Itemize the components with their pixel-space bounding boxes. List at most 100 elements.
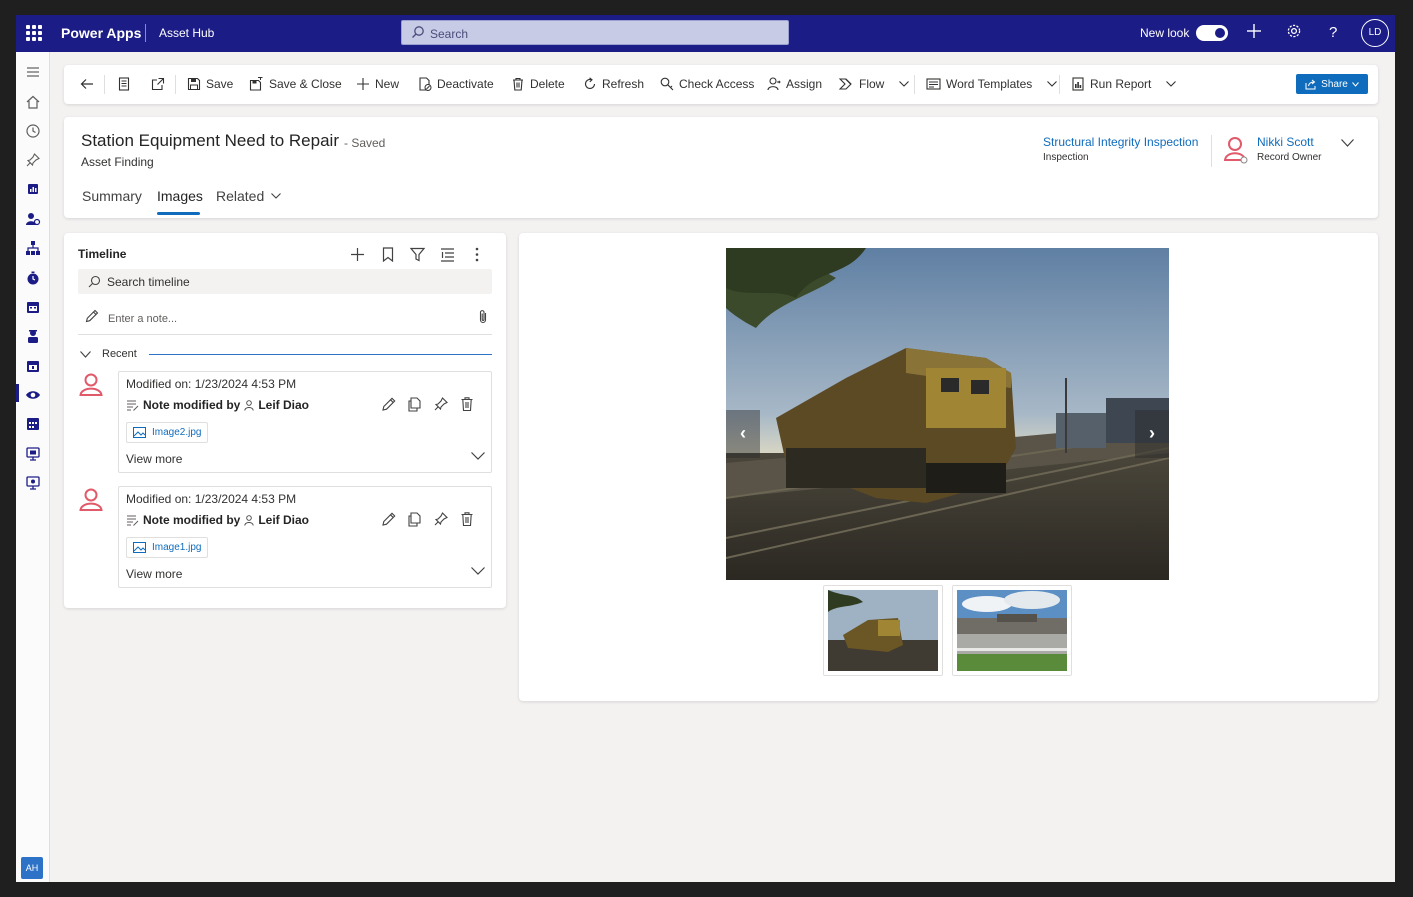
- add-icon[interactable]: [350, 247, 365, 262]
- view-more-link[interactable]: View more: [126, 452, 182, 466]
- flow-button[interactable]: Flow: [839, 77, 910, 91]
- chevron-down-icon: [80, 351, 91, 358]
- flow-label: Flow: [859, 77, 885, 91]
- key-search-icon: [660, 77, 674, 91]
- schedule-icon[interactable]: [25, 358, 41, 374]
- copy-icon[interactable]: [407, 511, 423, 527]
- attachment-chip[interactable]: Image1.jpg: [126, 537, 209, 558]
- word-template-icon: [926, 78, 941, 90]
- note-icon: [127, 515, 139, 526]
- new-button[interactable]: New: [356, 77, 399, 91]
- sort-list-icon[interactable]: [440, 247, 455, 262]
- attachment-name: Image1.jpg: [152, 542, 202, 553]
- pin-icon[interactable]: [25, 152, 41, 168]
- previous-image-button[interactable]: ‹: [726, 410, 760, 458]
- entry-summary: Note modified by Leif Diao: [126, 513, 309, 527]
- save-close-button[interactable]: Save & Close: [249, 77, 342, 91]
- copy-icon[interactable]: [407, 396, 423, 412]
- entry-author[interactable]: Leif Diao: [258, 398, 309, 412]
- check-access-button[interactable]: Check Access: [660, 77, 754, 91]
- hamburger-icon[interactable]: [25, 64, 41, 80]
- user-avatar[interactable]: LD: [1361, 19, 1389, 47]
- entry-actions: [381, 511, 475, 527]
- help-icon[interactable]: ?: [1329, 23, 1337, 43]
- run-report-button[interactable]: Run Report: [1071, 77, 1177, 91]
- paperclip-icon[interactable]: [478, 309, 488, 324]
- word-templates-button[interactable]: Word Templates: [926, 77, 1058, 91]
- open-new-window-button[interactable]: [151, 77, 165, 91]
- pin-icon[interactable]: [433, 511, 449, 527]
- assign-button[interactable]: Assign: [767, 77, 822, 91]
- app-launcher-icon[interactable]: [26, 25, 42, 41]
- trash-icon[interactable]: [459, 396, 475, 412]
- entry-modified-date: Modified on: 1/23/2024 4:53 PM: [126, 377, 297, 391]
- tab-related[interactable]: Related: [216, 188, 282, 204]
- recent-icon[interactable]: [25, 123, 41, 139]
- left-nav-rail: AH: [16, 52, 50, 882]
- record-title: Station Equipment Need to Repair: [81, 131, 339, 150]
- entry-author[interactable]: Leif Diao: [258, 513, 309, 527]
- tab-summary[interactable]: Summary: [82, 188, 142, 204]
- chevron-down-icon: [899, 81, 910, 87]
- back-button[interactable]: [80, 77, 94, 91]
- edit-icon[interactable]: [381, 396, 397, 412]
- pin-icon[interactable]: [433, 396, 449, 412]
- tab-images[interactable]: Images: [157, 188, 203, 204]
- person-icon: [79, 373, 103, 396]
- check-access-label: Check Access: [679, 77, 755, 91]
- form-view-button[interactable]: [117, 77, 131, 91]
- owner-name-link[interactable]: Nikki Scott: [1257, 135, 1314, 149]
- deactivate-button[interactable]: Deactivate: [418, 77, 494, 91]
- new-look-toggle[interactable]: [1196, 25, 1228, 41]
- area-switcher[interactable]: AH: [21, 857, 43, 879]
- calendar-icon[interactable]: [25, 299, 41, 315]
- assign-label: Assign: [786, 77, 823, 91]
- save-close-icon: [249, 77, 263, 91]
- related-inspection-type: Inspection: [1043, 152, 1089, 163]
- refresh-button[interactable]: Refresh: [583, 77, 644, 91]
- image-icon: [133, 427, 146, 438]
- trash-icon[interactable]: [459, 511, 475, 527]
- header-expand-chevron-icon[interactable]: [1341, 139, 1354, 147]
- save-button[interactable]: Save: [187, 77, 233, 91]
- global-search-placeholder: Search: [430, 27, 469, 41]
- share-button[interactable]: Share: [1296, 74, 1368, 94]
- timeline-search-input[interactable]: Search timeline: [78, 269, 492, 294]
- chevron-down-icon: [1047, 81, 1058, 87]
- timer-icon[interactable]: [25, 270, 41, 286]
- assign-person-icon: [767, 77, 781, 91]
- expand-chevron-icon[interactable]: [471, 452, 485, 460]
- dashboard-icon[interactable]: [25, 181, 41, 197]
- inspection-eye-icon[interactable]: [25, 387, 41, 403]
- brand-name[interactable]: Power Apps: [61, 25, 141, 41]
- contacts-icon[interactable]: [25, 211, 41, 227]
- monitor-icon[interactable]: [25, 446, 41, 462]
- view-more-link[interactable]: View more: [126, 567, 182, 581]
- worker-icon[interactable]: [25, 328, 41, 344]
- edit-icon[interactable]: [381, 511, 397, 527]
- note-input[interactable]: Enter a note...: [78, 307, 492, 335]
- bookmark-icon[interactable]: [382, 247, 394, 262]
- thumbnail-2[interactable]: [952, 585, 1072, 676]
- global-search[interactable]: Search: [401, 20, 789, 45]
- timeline-entry[interactable]: Modified on: 1/23/2024 4:53 PM Note modi…: [118, 486, 492, 588]
- delete-label: Delete: [530, 77, 565, 91]
- app-name[interactable]: Asset Hub: [159, 26, 214, 40]
- more-options-icon[interactable]: [475, 247, 479, 262]
- attachment-chip[interactable]: Image2.jpg: [126, 422, 209, 443]
- home-icon[interactable]: [25, 94, 41, 110]
- expand-chevron-icon[interactable]: [471, 567, 485, 575]
- header-divider: [1211, 135, 1212, 167]
- entry-action: Note modified by: [143, 398, 241, 412]
- timeline-entry[interactable]: Modified on: 1/23/2024 4:53 PM Note modi…: [118, 371, 492, 473]
- plus-icon[interactable]: [1246, 23, 1262, 45]
- next-image-button[interactable]: ›: [1135, 410, 1169, 458]
- hierarchy-icon[interactable]: [25, 240, 41, 256]
- thumbnail-1[interactable]: [823, 585, 943, 676]
- gear-icon[interactable]: [1286, 23, 1302, 45]
- filter-icon[interactable]: [410, 247, 425, 262]
- calendar-grid-icon[interactable]: [25, 416, 41, 432]
- related-inspection-link[interactable]: Structural Integrity Inspection: [1043, 135, 1198, 149]
- delete-button[interactable]: Delete: [511, 77, 565, 91]
- display-icon[interactable]: [25, 475, 41, 491]
